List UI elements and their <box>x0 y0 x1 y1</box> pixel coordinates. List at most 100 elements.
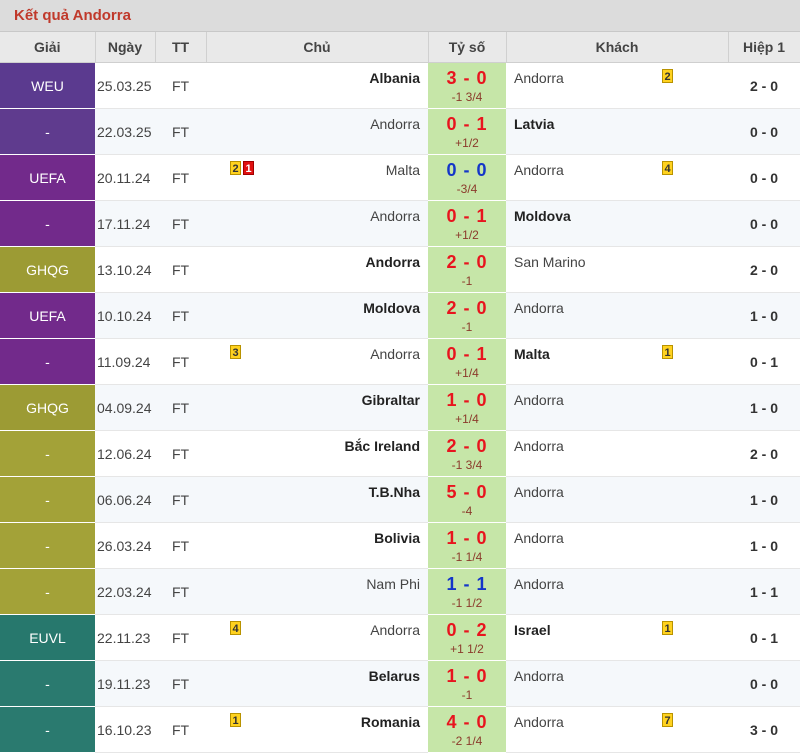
league-cell[interactable]: GHQG <box>0 246 95 293</box>
away-team-cell[interactable]: Andorra <box>506 522 728 569</box>
away-team-cell[interactable]: Latvia <box>506 108 728 155</box>
away-team-name[interactable]: Andorra <box>514 438 564 454</box>
score-cell[interactable]: 2 - 0 -1 <box>428 246 506 293</box>
home-team-name[interactable]: Gibraltar <box>362 392 420 408</box>
away-team-cell[interactable]: Andorra <box>506 476 728 523</box>
home-team-name[interactable]: Andorra <box>370 208 420 224</box>
home-team-name[interactable]: Bắc Ireland <box>345 438 420 454</box>
score-value[interactable]: 0 - 1 <box>428 343 506 365</box>
score-cell[interactable]: 0 - 1 +1/4 <box>428 338 506 385</box>
score-cell[interactable]: 0 - 1 +1/2 <box>428 108 506 155</box>
score-value[interactable]: 5 - 0 <box>428 481 506 503</box>
home-team-name[interactable]: Romania <box>361 714 420 730</box>
league-cell[interactable]: - <box>0 200 95 247</box>
league-cell[interactable]: - <box>0 430 95 477</box>
away-team-name[interactable]: Andorra <box>514 530 564 546</box>
home-team-name[interactable]: Moldova <box>363 300 420 316</box>
home-team-name[interactable]: T.B.Nha <box>369 484 420 500</box>
home-team-name[interactable]: Andorra <box>366 254 420 270</box>
score-cell[interactable]: 0 - 0 -3/4 <box>428 154 506 201</box>
score-value[interactable]: 1 - 0 <box>428 389 506 411</box>
score-cell[interactable]: 2 - 0 -1 <box>428 292 506 339</box>
home-team-name[interactable]: Belarus <box>369 668 420 684</box>
score-value[interactable]: 0 - 0 <box>428 159 506 181</box>
away-team-name[interactable]: Andorra <box>514 576 564 592</box>
away-team-name[interactable]: Andorra <box>514 392 564 408</box>
home-team-cell[interactable]: Andorra <box>206 246 428 293</box>
league-cell[interactable]: EUVL <box>0 614 95 661</box>
home-team-name[interactable]: Andorra <box>370 346 420 362</box>
home-team-name[interactable]: Albania <box>369 70 420 86</box>
home-team-cell[interactable]: Gibraltar <box>206 384 428 431</box>
home-team-cell[interactable]: Belarus <box>206 660 428 707</box>
league-cell[interactable]: GHQG <box>0 384 95 431</box>
home-team-name[interactable]: Andorra <box>370 622 420 638</box>
home-team-cell[interactable]: Nam Phi <box>206 568 428 615</box>
league-cell[interactable]: UEFA <box>0 154 95 201</box>
score-value[interactable]: 2 - 0 <box>428 297 506 319</box>
home-team-name[interactable]: Andorra <box>370 116 420 132</box>
table-row[interactable]: -17.11.24 FT Andorra 0 - 1 +1/2 Moldova 0 - 0 <box>0 200 800 247</box>
table-row[interactable]: -19.11.23 FT Belarus 1 - 0 -1 Andorra 0 - 0 <box>0 660 800 707</box>
away-team-name[interactable]: Andorra <box>514 162 564 178</box>
league-cell[interactable]: UEFA <box>0 292 95 339</box>
table-row[interactable]: GHQG 13.10.24 FT Andorra 2 - 0 -1 San Marino 2 … <box>0 246 800 293</box>
away-team-name[interactable]: Andorra <box>514 668 564 684</box>
home-team-name[interactable]: Nam Phi <box>366 576 420 592</box>
score-cell[interactable]: 1 - 0 +1/4 <box>428 384 506 431</box>
away-team-cell[interactable]: Andorra <box>506 384 728 431</box>
away-team-name[interactable]: Moldova <box>514 208 571 224</box>
home-team-cell[interactable]: Bắc Ireland <box>206 430 428 477</box>
score-value[interactable]: 0 - 2 <box>428 619 506 641</box>
away-team-cell[interactable]: Israel 1 <box>506 614 728 661</box>
home-team-cell[interactable]: Albania <box>206 62 428 109</box>
table-row[interactable]: UEFA 20.11.24 FT 2 1 Malta 0 - 0 -3/4 Andorra 4 0 … <box>0 154 800 201</box>
league-cell[interactable]: - <box>0 660 95 707</box>
away-team-cell[interactable]: San Marino <box>506 246 728 293</box>
away-team-cell[interactable]: Andorra <box>506 292 728 339</box>
table-row[interactable]: -22.03.25 FT Andorra 0 - 1 +1/2 Latvia 0 - 0 <box>0 108 800 155</box>
league-cell[interactable]: - <box>0 522 95 569</box>
away-team-cell[interactable]: Malta 1 <box>506 338 728 385</box>
score-value[interactable]: 2 - 0 <box>428 251 506 273</box>
away-team-cell[interactable]: Andorra <box>506 568 728 615</box>
score-cell[interactable]: 0 - 2 +1 1/2 <box>428 614 506 661</box>
away-team-cell[interactable]: Moldova <box>506 200 728 247</box>
score-cell[interactable]: 1 - 1 -1 1/2 <box>428 568 506 615</box>
away-team-name[interactable]: Andorra <box>514 70 564 86</box>
league-cell[interactable]: - <box>0 338 95 385</box>
away-team-cell[interactable]: Andorra 7 <box>506 706 728 753</box>
away-team-name[interactable]: Andorra <box>514 714 564 730</box>
away-team-name[interactable]: Israel <box>514 622 551 638</box>
table-row[interactable]: -22.03.24 FT Nam Phi 1 - 1 -1 1/2 Andorra 1 - … <box>0 568 800 615</box>
score-value[interactable]: 4 - 0 <box>428 711 506 733</box>
score-cell[interactable]: 5 - 0 -4 <box>428 476 506 523</box>
home-team-cell[interactable]: 4 Andorra <box>206 614 428 661</box>
score-value[interactable]: 1 - 0 <box>428 665 506 687</box>
home-team-cell[interactable]: 2 1 Malta <box>206 154 428 201</box>
away-team-cell[interactable]: Andorra <box>506 660 728 707</box>
home-team-cell[interactable]: 1 Romania <box>206 706 428 753</box>
score-value[interactable]: 0 - 1 <box>428 205 506 227</box>
table-row[interactable]: -16.10.23 FT 1 Romania 4 - 0 -2 1/4 Andorra 7 3 … <box>0 706 800 753</box>
home-team-cell[interactable]: Andorra <box>206 108 428 155</box>
table-row[interactable]: GHQG 04.09.24 FT Gibraltar 1 - 0 +1/4 Andorra 1… <box>0 384 800 431</box>
away-team-name[interactable]: Malta <box>514 346 550 362</box>
away-team-name[interactable]: Andorra <box>514 484 564 500</box>
score-cell[interactable]: 2 - 0 -1 3/4 <box>428 430 506 477</box>
away-team-name[interactable]: Andorra <box>514 300 564 316</box>
away-team-cell[interactable]: Andorra <box>506 430 728 477</box>
table-row[interactable]: -06.06.24 FT T.B.Nha 5 - 0 -4 Andorra 1 - 0 <box>0 476 800 523</box>
score-value[interactable]: 1 - 1 <box>428 573 506 595</box>
home-team-cell[interactable]: 3 Andorra <box>206 338 428 385</box>
score-value[interactable]: 0 - 1 <box>428 113 506 135</box>
score-cell[interactable]: 0 - 1 +1/2 <box>428 200 506 247</box>
table-row[interactable]: EUVL 22.11.23 FT 4 Andorra 0 - 2 +1 1/2 Israel 1… <box>0 614 800 661</box>
score-cell[interactable]: 1 - 0 -1 <box>428 660 506 707</box>
home-team-name[interactable]: Malta <box>386 162 420 178</box>
score-cell[interactable]: 3 - 0 -1 3/4 <box>428 62 506 109</box>
table-row[interactable]: -26.03.24 FT Bolivia 1 - 0 -1 1/4 Andorra 1 - … <box>0 522 800 569</box>
table-row[interactable]: UEFA 10.10.24 FT Moldova 2 - 0 -1 Andorra 1 - 0 <box>0 292 800 339</box>
header-league[interactable]: Giải <box>0 32 96 63</box>
score-value[interactable]: 2 - 0 <box>428 435 506 457</box>
